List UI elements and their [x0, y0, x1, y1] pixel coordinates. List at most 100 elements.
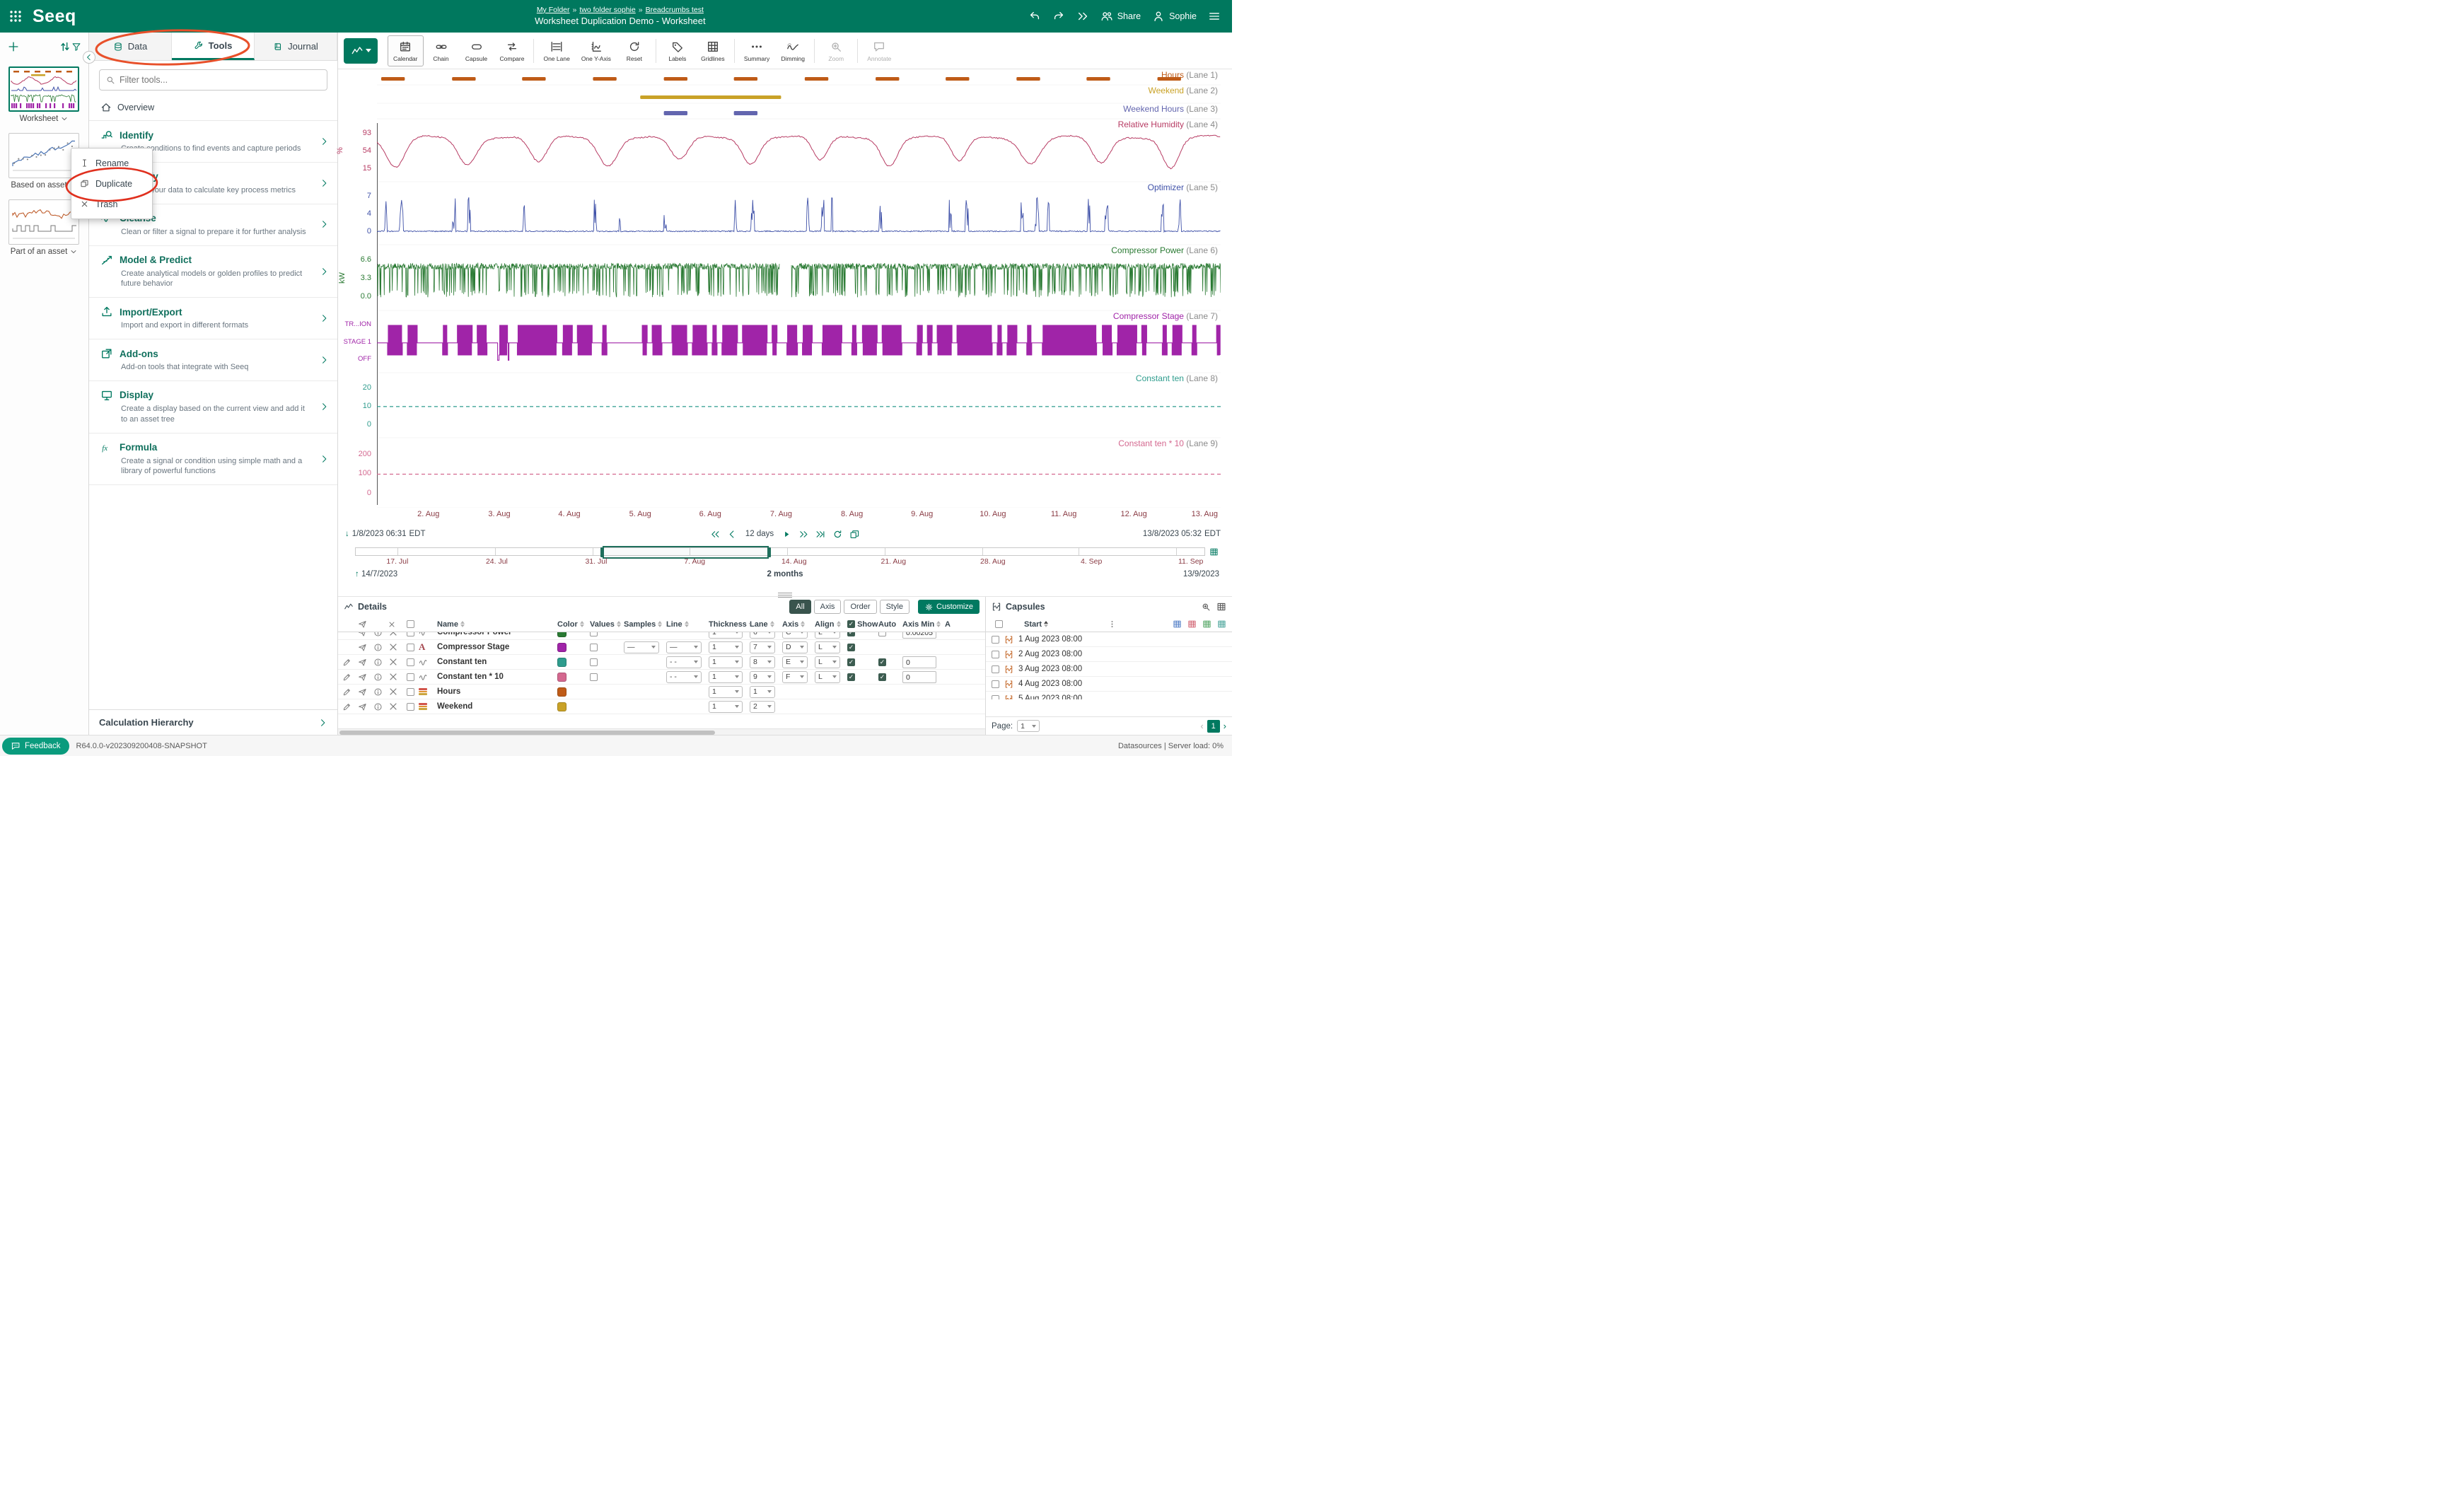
cell-values[interactable] [590, 644, 624, 651]
cell-thickness[interactable]: 1 [709, 632, 750, 639]
breadcrumb-link[interactable]: two folder sophie [579, 6, 635, 14]
cell-show[interactable]: ✓ [847, 673, 878, 681]
column-header-line[interactable]: Line [666, 620, 709, 629]
sort-icon[interactable] [770, 621, 774, 627]
cell-axis-min[interactable]: 0 [902, 671, 945, 683]
sort-icon[interactable] [580, 621, 584, 627]
capsule-checkbox[interactable] [992, 680, 999, 688]
cell-align[interactable]: L [815, 656, 847, 668]
toolbar-button-capsule[interactable]: Capsule [459, 35, 494, 66]
dropdown[interactable]: L [815, 632, 840, 639]
cell-auto[interactable] [878, 632, 902, 636]
context-menu-item-duplicate[interactable]: Duplicate [71, 173, 152, 194]
table-row[interactable]: Weekend12 [338, 699, 985, 714]
color-swatch[interactable] [557, 658, 566, 667]
cell-align[interactable]: L [815, 632, 847, 639]
show-checkbox[interactable]: ✓ [847, 673, 855, 681]
toolbar-button-chain[interactable]: Chain [424, 35, 459, 66]
header-remove-col[interactable] [388, 620, 402, 629]
cell-color[interactable] [557, 673, 590, 682]
column-header-name[interactable]: Name [437, 620, 557, 629]
tool-item-formula[interactable]: fxFormulaCreate a signal or condition us… [89, 434, 337, 486]
dropdown[interactable]: 8 [750, 656, 775, 668]
column-header-axis-min[interactable]: Axis Min [902, 620, 945, 629]
dropdown[interactable]: E [782, 656, 808, 668]
cell-lane[interactable]: 6 [750, 632, 782, 639]
dropdown[interactable]: - - [666, 671, 702, 683]
show-checkbox[interactable]: ✓ [847, 658, 855, 666]
cell-align[interactable]: L [815, 641, 847, 653]
worksheet-thumbnail[interactable] [8, 133, 79, 178]
show-checkbox[interactable]: ✓ [847, 644, 855, 651]
feedback-button[interactable]: Feedback [2, 738, 69, 755]
cell-info[interactable] [373, 702, 388, 711]
axis-min-input[interactable]: 0 [902, 671, 936, 683]
tool-item-import-export[interactable]: Import/ExportImport and export in differ… [89, 298, 337, 339]
cell-info[interactable] [373, 643, 388, 652]
cell-values[interactable] [590, 673, 624, 681]
dropdown[interactable]: 2 [750, 701, 775, 713]
breadcrumb-link[interactable]: Breadcrumbs test [646, 6, 704, 14]
collapse-panel-button[interactable] [83, 51, 95, 64]
table-row[interactable]: Compressor Power16CL✓0.00205 [338, 632, 985, 640]
capsules-columns-button[interactable] [1216, 602, 1226, 612]
cell-show[interactable]: ✓ [847, 632, 878, 636]
cell-lane[interactable]: 7 [750, 641, 782, 653]
column-header-start[interactable]: Start [1024, 620, 1108, 629]
cell-show[interactable]: ✓ [847, 644, 878, 651]
sort-icon[interactable] [1044, 621, 1048, 627]
cell-color[interactable] [557, 632, 590, 637]
filter-tools-input[interactable] [120, 75, 321, 85]
filter-worksheets-button[interactable] [71, 42, 81, 52]
cell-remove[interactable] [388, 671, 402, 682]
cell-name[interactable]: Hours [437, 687, 557, 696]
dropdown[interactable]: — [666, 641, 702, 653]
axis-min-input[interactable]: 0 [902, 656, 936, 668]
lane-label[interactable]: Optimizer (Lane 5) [1148, 182, 1218, 192]
dropdown[interactable]: 1 [709, 641, 743, 653]
cell-name[interactable]: Compressor Stage [437, 643, 557, 651]
step-forward-full-button[interactable] [798, 529, 809, 540]
cell-name[interactable]: Constant ten * 10 [437, 673, 557, 681]
toolbar-button-summary[interactable]: Summary [738, 35, 775, 66]
toolbar-button-labels[interactable]: Labels [660, 35, 695, 66]
color-swatch[interactable] [557, 687, 566, 697]
cell-send[interactable] [358, 658, 373, 667]
cell-axis[interactable]: E [782, 656, 815, 668]
row-checkbox[interactable] [407, 632, 414, 636]
step-to-end-button[interactable] [815, 529, 826, 540]
customize-button[interactable]: Customize [918, 600, 980, 614]
values-checkbox[interactable] [590, 632, 598, 636]
sort-icon[interactable] [658, 621, 662, 627]
cell-edit[interactable] [342, 702, 358, 711]
view-selector-button[interactable] [344, 38, 378, 64]
table-row[interactable]: Constant ten * 10- -19FL✓✓0 [338, 670, 985, 685]
cell-color[interactable] [557, 702, 590, 711]
tab-journal[interactable]: Journal [255, 33, 337, 60]
lane-label[interactable]: Constant ten (Lane 8) [1136, 373, 1218, 383]
lane-label[interactable]: Hours (Lane 1) [1161, 70, 1218, 80]
axis-min-input[interactable]: 0.00205 [902, 632, 936, 639]
new-worksheet-button[interactable] [7, 40, 20, 53]
cell-edit[interactable] [342, 687, 358, 697]
toolbar-button-dimming[interactable]: Dimming [775, 35, 810, 66]
column-header-samples[interactable]: Samples [624, 620, 666, 629]
color-swatch[interactable] [557, 702, 566, 711]
dropdown[interactable]: D [782, 641, 808, 653]
lane-label[interactable]: Relative Humidity (Lane 4) [1118, 120, 1218, 129]
cell-send[interactable] [358, 702, 373, 711]
datasources-link[interactable]: Datasources [1118, 742, 1162, 750]
table-row[interactable]: Constant ten- -18EL✓✓0 [338, 655, 985, 670]
timeline-handle-right[interactable] [767, 547, 771, 557]
cell-remove[interactable] [388, 632, 402, 638]
context-menu-item-trash[interactable]: Trash [71, 194, 152, 214]
context-menu-item-rename[interactable]: Rename [71, 153, 152, 173]
capsules-column-menu[interactable] [1108, 620, 1122, 629]
current-page-button[interactable]: 1 [1207, 720, 1220, 733]
scrollbar-thumb[interactable] [339, 731, 715, 735]
cell-select[interactable] [402, 673, 419, 681]
cell-send[interactable] [358, 673, 373, 682]
cell-axis-min[interactable]: 0.00205 [902, 632, 945, 639]
toolbar-button-gridlines[interactable]: Gridlines [695, 35, 731, 66]
dropdown[interactable]: 1 [709, 701, 743, 713]
